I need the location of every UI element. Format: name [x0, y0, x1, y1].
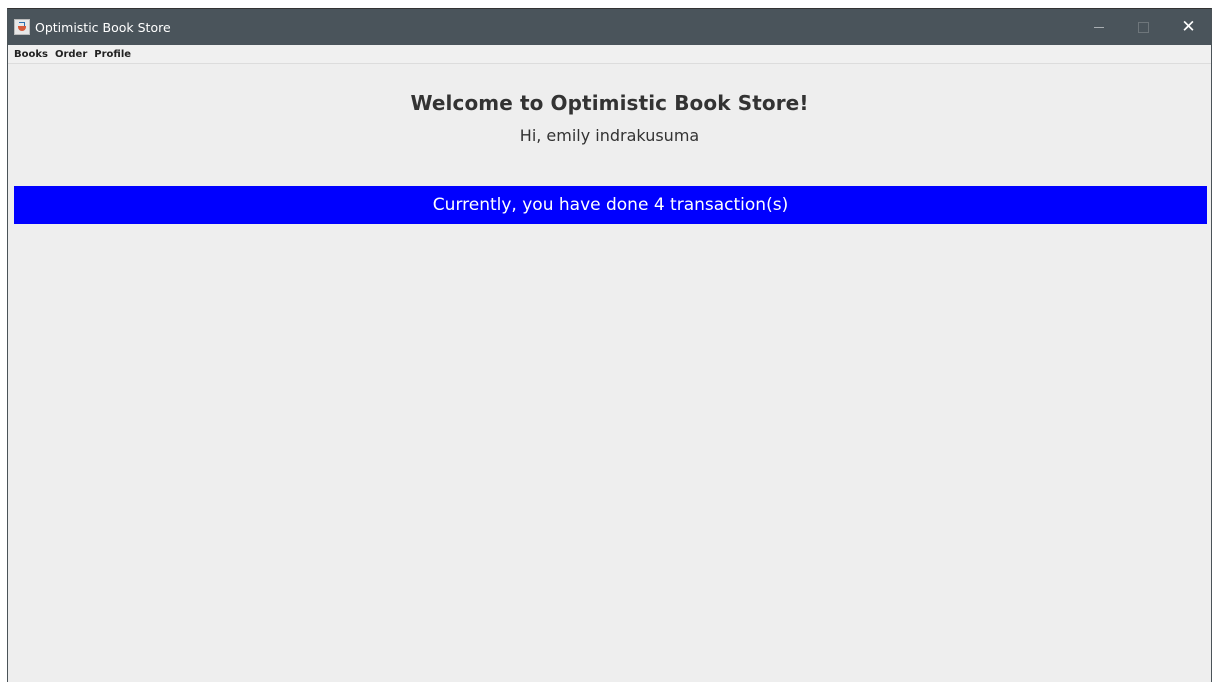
menu-bar: Books Order Profile	[8, 45, 1211, 64]
menu-order[interactable]: Order	[55, 49, 87, 60]
title-bar[interactable]: Optimistic Book Store ✕	[8, 9, 1211, 45]
page-title: Welcome to Optimistic Book Store!	[410, 91, 809, 115]
close-icon: ✕	[1181, 17, 1196, 37]
java-cup-icon	[14, 19, 30, 35]
close-button[interactable]: ✕	[1166, 9, 1211, 45]
window-controls: ✕	[1076, 9, 1211, 45]
menu-books[interactable]: Books	[14, 49, 48, 60]
transaction-count-banner: Currently, you have done 4 transaction(s…	[14, 186, 1207, 224]
minimize-icon	[1093, 26, 1104, 28]
app-window: Optimistic Book Store ✕ Books Order Prof…	[7, 8, 1212, 682]
main-content: Welcome to Optimistic Book Store! Hi, em…	[8, 91, 1211, 224]
user-greeting: Hi, emily indrakusuma	[519, 126, 700, 145]
menu-profile[interactable]: Profile	[94, 49, 131, 60]
window-title: Optimistic Book Store	[35, 19, 171, 35]
minimize-button[interactable]	[1076, 9, 1121, 45]
maximize-icon	[1138, 21, 1149, 33]
maximize-button[interactable]	[1121, 9, 1166, 45]
